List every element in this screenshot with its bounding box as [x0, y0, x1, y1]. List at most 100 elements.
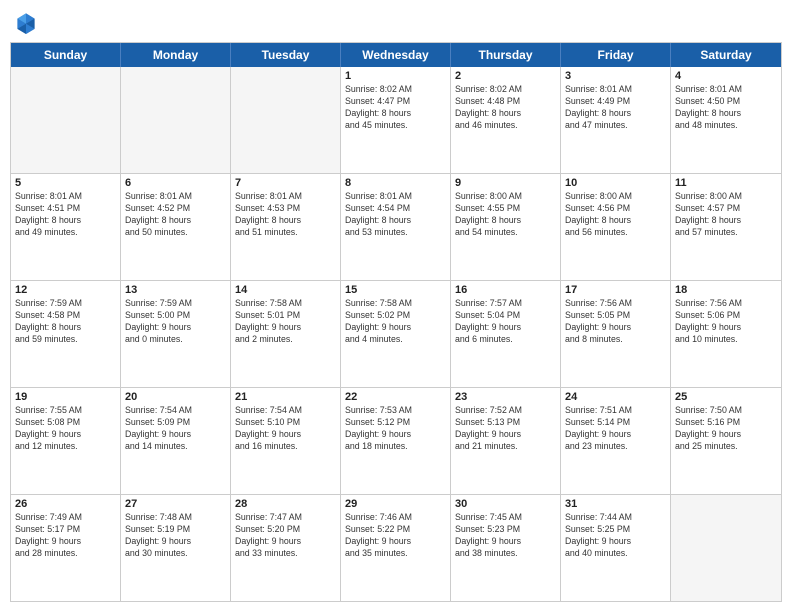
- calendar-cell: [231, 67, 341, 173]
- calendar-cell: [671, 495, 781, 601]
- day-info: Sunrise: 7:58 AM Sunset: 5:01 PM Dayligh…: [235, 298, 336, 346]
- calendar-cell: 16 Sunrise: 7:57 AM Sunset: 5:04 PM Dayli…: [451, 281, 561, 387]
- day-number: 4: [675, 70, 777, 82]
- day-info: Sunrise: 7:46 AM Sunset: 5:22 PM Dayligh…: [345, 512, 446, 560]
- calendar-week-5: 26Sunrise: 7:49 AM Sunset: 5:17 PM Dayli…: [11, 495, 781, 601]
- logo-icon: [14, 10, 38, 34]
- day-info: Sunrise: 7:57 AM Sunset: 5:04 PM Dayligh…: [455, 298, 556, 346]
- calendar-cell: 19 Sunrise: 7:55 AM Sunset: 5:08 PM Dayli…: [11, 388, 121, 494]
- day-info: Sunrise: 8:01 AM Sunset: 4:54 PM Dayligh…: [345, 191, 446, 239]
- calendar-cell: 4 Sunrise: 8:01 AM Sunset: 4:50 PM Daylig…: [671, 67, 781, 173]
- day-number: 16: [455, 284, 556, 296]
- day-info: Sunrise: 7:56 AM Sunset: 5:05 PM Dayligh…: [565, 298, 666, 346]
- calendar-cell: 10Sunrise: 8:00 AM Sunset: 4:56 PM Dayli…: [561, 174, 671, 280]
- calendar-cell: 29 Sunrise: 7:46 AM Sunset: 5:22 PM Dayli…: [341, 495, 451, 601]
- day-number: 27: [125, 498, 226, 510]
- calendar-cell: 12 Sunrise: 7:59 AM Sunset: 4:58 PM Dayli…: [11, 281, 121, 387]
- day-info: Sunrise: 7:54 AM Sunset: 5:10 PM Dayligh…: [235, 405, 336, 453]
- day-number: 1: [345, 70, 446, 82]
- calendar-cell: 5Sunrise: 8:01 AM Sunset: 4:51 PM Daylig…: [11, 174, 121, 280]
- calendar-cell: [121, 67, 231, 173]
- calendar-week-1: 1 Sunrise: 8:02 AM Sunset: 4:47 PM Daylig…: [11, 67, 781, 174]
- calendar-week-2: 5Sunrise: 8:01 AM Sunset: 4:51 PM Daylig…: [11, 174, 781, 281]
- day-number: 6: [125, 177, 226, 189]
- day-number: 13: [125, 284, 226, 296]
- day-number: 24: [565, 391, 666, 403]
- calendar-cell: 7 Sunrise: 8:01 AM Sunset: 4:53 PM Daylig…: [231, 174, 341, 280]
- calendar-cell: 9 Sunrise: 8:00 AM Sunset: 4:55 PM Daylig…: [451, 174, 561, 280]
- day-info: Sunrise: 7:48 AM Sunset: 5:19 PM Dayligh…: [125, 512, 226, 560]
- day-number: 10: [565, 177, 666, 189]
- calendar-cell: 21 Sunrise: 7:54 AM Sunset: 5:10 PM Dayli…: [231, 388, 341, 494]
- calendar-cell: 22 Sunrise: 7:53 AM Sunset: 5:12 PM Dayli…: [341, 388, 451, 494]
- day-info: Sunrise: 8:01 AM Sunset: 4:52 PM Dayligh…: [125, 191, 226, 239]
- day-number: 11: [675, 177, 777, 189]
- day-info: Sunrise: 7:54 AM Sunset: 5:09 PM Dayligh…: [125, 405, 226, 453]
- day-info: Sunrise: 7:59 AM Sunset: 5:00 PM Dayligh…: [125, 298, 226, 346]
- day-info: Sunrise: 7:55 AM Sunset: 5:08 PM Dayligh…: [15, 405, 116, 453]
- day-number: 8: [345, 177, 446, 189]
- weekday-header-saturday: Saturday: [671, 43, 781, 67]
- day-info: Sunrise: 8:01 AM Sunset: 4:50 PM Dayligh…: [675, 84, 777, 132]
- day-number: 21: [235, 391, 336, 403]
- calendar-cell: 23 Sunrise: 7:52 AM Sunset: 5:13 PM Dayli…: [451, 388, 561, 494]
- calendar-cell: 26Sunrise: 7:49 AM Sunset: 5:17 PM Dayli…: [11, 495, 121, 601]
- day-number: 14: [235, 284, 336, 296]
- day-number: 3: [565, 70, 666, 82]
- calendar-cell: 15 Sunrise: 7:58 AM Sunset: 5:02 PM Dayli…: [341, 281, 451, 387]
- day-number: 31: [565, 498, 666, 510]
- day-info: Sunrise: 7:59 AM Sunset: 4:58 PM Dayligh…: [15, 298, 116, 346]
- day-number: 26: [15, 498, 116, 510]
- day-number: 18: [675, 284, 777, 296]
- calendar-cell: 18 Sunrise: 7:56 AM Sunset: 5:06 PM Dayli…: [671, 281, 781, 387]
- page-container: SundayMondayTuesdayWednesdayThursdayFrid…: [0, 0, 792, 612]
- day-number: 17: [565, 284, 666, 296]
- calendar-week-4: 19 Sunrise: 7:55 AM Sunset: 5:08 PM Dayli…: [11, 388, 781, 495]
- day-number: 29: [345, 498, 446, 510]
- logo: [14, 10, 42, 34]
- calendar-cell: 30 Sunrise: 7:45 AM Sunset: 5:23 PM Dayli…: [451, 495, 561, 601]
- day-info: Sunrise: 8:02 AM Sunset: 4:47 PM Dayligh…: [345, 84, 446, 132]
- calendar-cell: 1 Sunrise: 8:02 AM Sunset: 4:47 PM Daylig…: [341, 67, 451, 173]
- day-number: 20: [125, 391, 226, 403]
- day-info: Sunrise: 8:02 AM Sunset: 4:48 PM Dayligh…: [455, 84, 556, 132]
- day-number: 23: [455, 391, 556, 403]
- calendar-week-3: 12 Sunrise: 7:59 AM Sunset: 4:58 PM Dayli…: [11, 281, 781, 388]
- calendar-cell: 28 Sunrise: 7:47 AM Sunset: 5:20 PM Dayli…: [231, 495, 341, 601]
- day-number: 15: [345, 284, 446, 296]
- day-number: 19: [15, 391, 116, 403]
- day-number: 25: [675, 391, 777, 403]
- day-info: Sunrise: 7:51 AM Sunset: 5:14 PM Dayligh…: [565, 405, 666, 453]
- day-info: Sunrise: 8:00 AM Sunset: 4:55 PM Dayligh…: [455, 191, 556, 239]
- calendar-cell: 2 Sunrise: 8:02 AM Sunset: 4:48 PM Daylig…: [451, 67, 561, 173]
- calendar-cell: 27 Sunrise: 7:48 AM Sunset: 5:19 PM Dayli…: [121, 495, 231, 601]
- day-number: 7: [235, 177, 336, 189]
- calendar-cell: 31Sunrise: 7:44 AM Sunset: 5:25 PM Dayli…: [561, 495, 671, 601]
- calendar-cell: 24 Sunrise: 7:51 AM Sunset: 5:14 PM Dayli…: [561, 388, 671, 494]
- weekday-header-thursday: Thursday: [451, 43, 561, 67]
- calendar: SundayMondayTuesdayWednesdayThursdayFrid…: [10, 42, 782, 602]
- day-info: Sunrise: 7:47 AM Sunset: 5:20 PM Dayligh…: [235, 512, 336, 560]
- day-info: Sunrise: 8:01 AM Sunset: 4:53 PM Dayligh…: [235, 191, 336, 239]
- day-number: 12: [15, 284, 116, 296]
- weekday-header-friday: Friday: [561, 43, 671, 67]
- calendar-cell: 11Sunrise: 8:00 AM Sunset: 4:57 PM Dayli…: [671, 174, 781, 280]
- day-info: Sunrise: 7:52 AM Sunset: 5:13 PM Dayligh…: [455, 405, 556, 453]
- calendar-header: SundayMondayTuesdayWednesdayThursdayFrid…: [11, 43, 781, 67]
- day-info: Sunrise: 7:45 AM Sunset: 5:23 PM Dayligh…: [455, 512, 556, 560]
- day-info: Sunrise: 7:58 AM Sunset: 5:02 PM Dayligh…: [345, 298, 446, 346]
- day-number: 30: [455, 498, 556, 510]
- day-number: 22: [345, 391, 446, 403]
- weekday-header-tuesday: Tuesday: [231, 43, 341, 67]
- calendar-cell: 13 Sunrise: 7:59 AM Sunset: 5:00 PM Dayli…: [121, 281, 231, 387]
- calendar-cell: 20 Sunrise: 7:54 AM Sunset: 5:09 PM Dayli…: [121, 388, 231, 494]
- day-info: Sunrise: 7:53 AM Sunset: 5:12 PM Dayligh…: [345, 405, 446, 453]
- weekday-header-sunday: Sunday: [11, 43, 121, 67]
- day-number: 28: [235, 498, 336, 510]
- calendar-cell: 3Sunrise: 8:01 AM Sunset: 4:49 PM Daylig…: [561, 67, 671, 173]
- day-info: Sunrise: 7:56 AM Sunset: 5:06 PM Dayligh…: [675, 298, 777, 346]
- day-number: 2: [455, 70, 556, 82]
- calendar-cell: 25 Sunrise: 7:50 AM Sunset: 5:16 PM Dayli…: [671, 388, 781, 494]
- day-number: 9: [455, 177, 556, 189]
- day-info: Sunrise: 7:50 AM Sunset: 5:16 PM Dayligh…: [675, 405, 777, 453]
